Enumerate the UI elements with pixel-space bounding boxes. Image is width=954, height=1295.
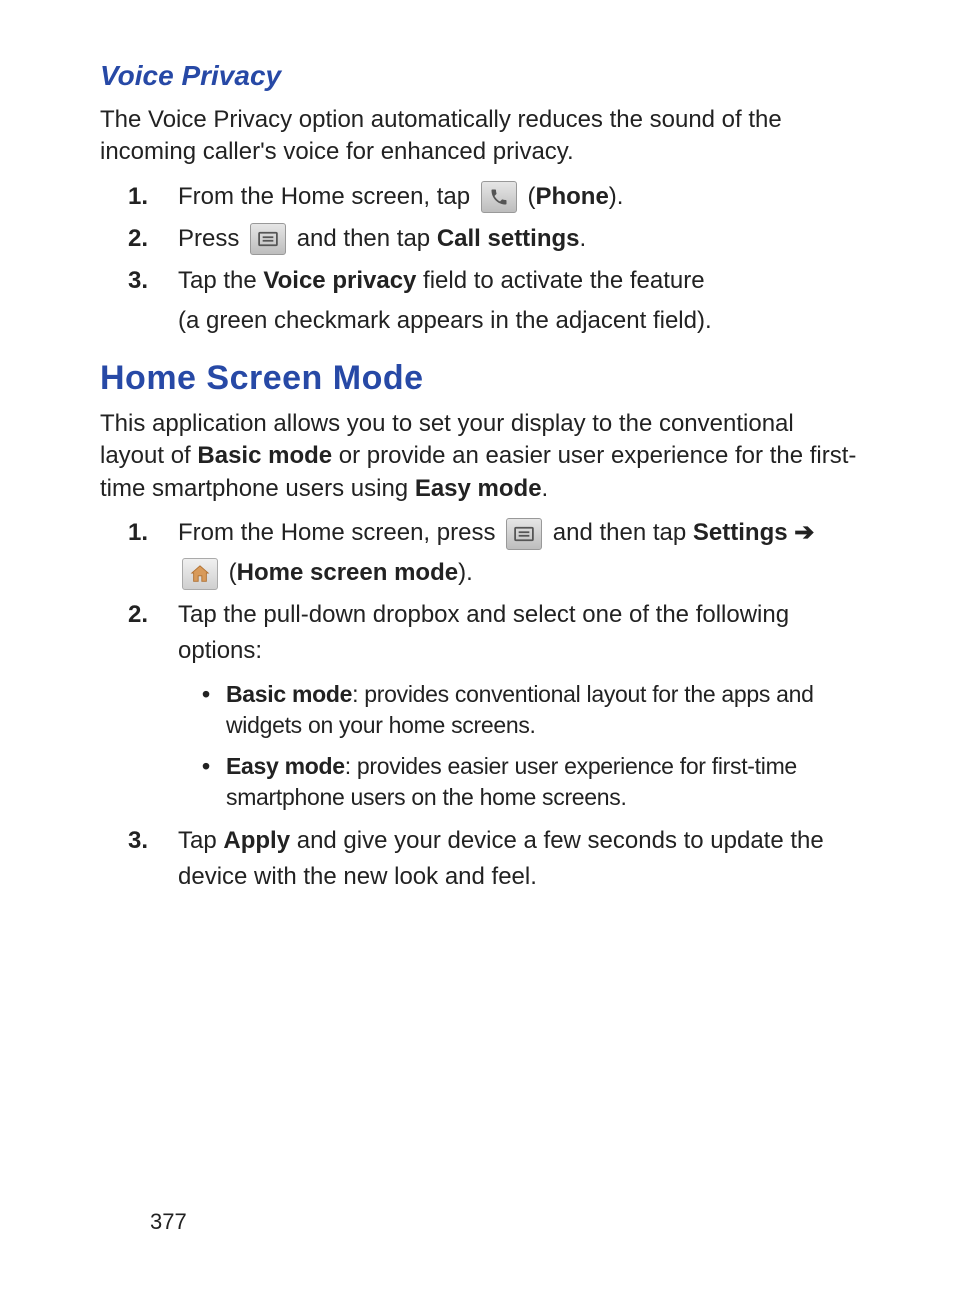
phone-icon [481,181,517,213]
mode-options: Basic mode: provides conventional layout… [178,679,864,813]
bullet-easy-mode: Easy mode: provides easier user experien… [178,751,864,813]
step-1: 1. From the Home screen, press and then … [100,515,864,591]
step-number: 3. [128,263,148,299]
arrow-icon: ➔ [788,519,815,546]
menu-icon [506,518,542,550]
step-text: . [580,225,587,252]
step-number: 3. [128,823,148,859]
step-number: 1. [128,515,148,551]
step-text: and then tap [297,225,437,252]
step-text: Tap the [178,267,263,294]
basic-mode-label: Basic mode [197,442,332,469]
step-number: 1. [128,179,148,215]
step-text: and then tap [553,519,693,546]
step-text: ). [609,183,624,210]
apply-label: Apply [223,827,290,854]
step-subline: (Home screen mode). [178,555,864,591]
settings-label: Settings [693,519,788,546]
menu-icon [250,223,286,255]
step-number: 2. [128,597,148,633]
step-3: 3. Tap Apply and give your device a few … [100,823,864,895]
easy-mode-label: Easy mode [226,753,345,779]
voice-privacy-steps: 1. From the Home screen, tap (Phone). 2.… [100,179,864,339]
home-screen-steps: 1. From the Home screen, press and then … [100,515,864,895]
step-1: 1. From the Home screen, tap (Phone). [100,179,864,215]
subsection-voice-privacy: Voice Privacy [100,60,864,92]
home-icon [182,558,218,590]
voice-privacy-label: Voice privacy [263,267,416,294]
easy-mode-label: Easy mode [415,475,542,502]
step-text: field to activate the feature [416,267,704,294]
home-screen-mode-label: Home screen mode [237,559,458,586]
call-settings-label: Call settings [437,225,580,252]
phone-label: Phone [535,183,608,210]
home-screen-intro: This application allows you to set your … [100,408,864,505]
step-text: ( [229,559,237,586]
basic-mode-label: Basic mode [226,681,352,707]
step-text: From the Home screen, tap [178,183,477,210]
step-number: 2. [128,221,148,257]
step-3: 3. Tap the Voice privacy field to activa… [100,263,864,339]
bullet-basic-mode: Basic mode: provides conventional layout… [178,679,864,741]
step-2: 2. Press and then tap Call settings. [100,221,864,257]
step-text: ). [458,559,473,586]
intro-text: . [542,475,549,502]
page-number: 377 [150,1209,187,1235]
step-text: Press [178,225,246,252]
step-2: 2. Tap the pull-down dropbox and select … [100,597,864,813]
step-text: Tap [178,827,223,854]
step-subtext: (a green checkmark appears in the adjace… [178,303,864,339]
section-home-screen-mode: Home Screen Mode [100,359,864,398]
step-text: Tap the pull-down dropbox and select one… [178,601,789,664]
step-text: From the Home screen, press [178,519,502,546]
voice-privacy-intro: The Voice Privacy option automatically r… [100,104,864,169]
